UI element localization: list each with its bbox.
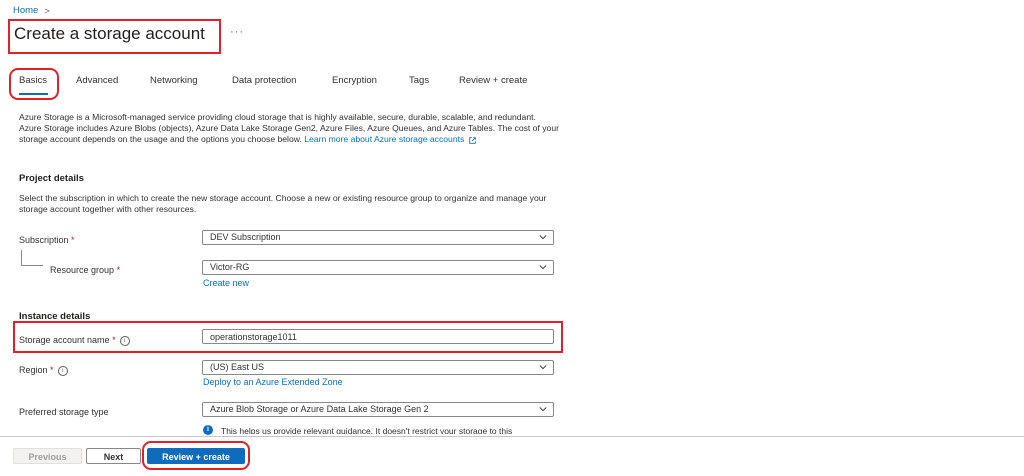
resource-group-label: Resource group * <box>50 265 121 275</box>
review-button-highlight-box <box>142 441 250 470</box>
project-details-heading: Project details <box>19 173 84 184</box>
create-new-link[interactable]: Create new <box>203 278 249 288</box>
previous-button[interactable]: Previous <box>13 448 82 464</box>
tab-networking[interactable]: Networking <box>150 75 232 86</box>
chevron-down-icon <box>539 365 547 370</box>
info-icon[interactable]: i <box>57 365 68 376</box>
next-button[interactable]: Next <box>86 448 141 464</box>
intro-text: Azure Storage is a Microsoft-managed ser… <box>19 112 559 145</box>
storage-type-hint: This helps us provide relevant guidance.… <box>221 426 513 434</box>
tree-connector-vertical <box>21 250 22 265</box>
external-link-icon <box>468 136 476 144</box>
storage-name-highlight-box <box>13 321 563 353</box>
resource-group-dropdown[interactable]: Victor-RG <box>202 260 554 275</box>
breadcrumb-chevron-icon: > <box>44 5 50 16</box>
storage-type-label: Preferred storage type <box>19 407 109 417</box>
intro-paragraph: Azure Storage is a Microsoft-managed ser… <box>19 112 559 146</box>
deploy-extended-zone-link[interactable]: Deploy to an Azure Extended Zone <box>203 377 343 387</box>
tab-data-protection[interactable]: Data protection <box>232 75 332 86</box>
project-details-description: Select the subscription in which to crea… <box>19 193 547 215</box>
more-options-icon[interactable]: ··· <box>230 26 244 38</box>
region-label: Region * i <box>19 365 68 376</box>
region-dropdown[interactable]: (US) East US <box>202 360 554 375</box>
tab-advanced[interactable]: Advanced <box>76 75 150 86</box>
tab-highlight-box <box>9 68 59 100</box>
info-filled-icon: i <box>203 425 213 435</box>
tab-encryption[interactable]: Encryption <box>332 75 409 86</box>
chevron-down-icon <box>539 235 547 240</box>
breadcrumb: Home > <box>13 5 50 16</box>
storage-type-dropdown[interactable]: Azure Blob Storage or Azure Data Lake St… <box>202 402 554 417</box>
tab-tags[interactable]: Tags <box>409 75 459 86</box>
tree-connector-horizontal <box>21 265 43 266</box>
tab-review-create[interactable]: Review + create <box>459 75 527 86</box>
breadcrumb-home-link[interactable]: Home <box>13 5 38 16</box>
chevron-down-icon <box>539 265 547 270</box>
chevron-down-icon <box>539 407 547 412</box>
subscription-label: Subscription * <box>19 235 75 245</box>
title-highlight-box <box>8 19 221 54</box>
tab-bar: Basics Advanced Networking Data protecti… <box>19 75 527 86</box>
learn-more-link[interactable]: Learn more about Azure storage accounts <box>304 134 476 144</box>
subscription-dropdown[interactable]: DEV Subscription <box>202 230 554 245</box>
